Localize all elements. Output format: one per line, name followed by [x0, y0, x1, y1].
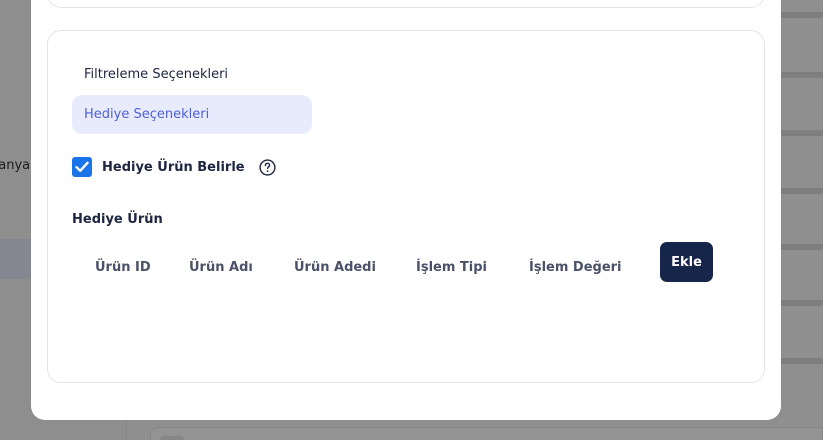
background-row-divider	[781, 300, 823, 306]
background-row-divider	[781, 72, 823, 78]
modal-dialog: Filtreleme Seçenekleri Hediye Seçenekler…	[31, 0, 781, 420]
background-row-divider	[781, 130, 823, 136]
background-sidebar-label: banya	[0, 158, 31, 173]
background-sidebar-selected-item	[0, 239, 31, 279]
previous-card	[47, 0, 765, 8]
checkmark-icon	[75, 161, 89, 172]
background-row-divider	[781, 244, 823, 250]
gift-product-checkbox-label: Hediye Ürün Belirle	[102, 159, 245, 175]
background-row-divider	[781, 358, 823, 364]
background-row-divider	[781, 12, 823, 18]
gift-product-title: Hediye Ürün	[72, 212, 163, 227]
background-row-divider	[781, 188, 823, 194]
column-header-product-quantity: Ürün Adedi	[294, 260, 376, 275]
column-header-operation-value: İşlem Değeri	[529, 260, 622, 275]
question-circle-icon[interactable]	[259, 158, 276, 176]
gift-settings-card: Filtreleme Seçenekleri Hediye Seçenekler…	[47, 30, 765, 383]
background-card	[150, 427, 823, 440]
gift-options-filter[interactable]: Hediye Seçenekleri	[72, 95, 312, 134]
gift-product-checkbox[interactable]	[72, 157, 92, 177]
column-header-product-name: Ürün Adı	[189, 260, 253, 275]
filter-options-title: Filtreleme Seçenekleri	[84, 67, 229, 82]
background-chip	[160, 436, 184, 440]
add-button[interactable]: Ekle	[660, 242, 713, 282]
column-header-operation-type: İşlem Tipi	[416, 260, 488, 275]
gift-product-toggle-row: Hediye Ürün Belirle	[72, 156, 276, 178]
column-header-product-id: Ürün ID	[95, 260, 151, 275]
